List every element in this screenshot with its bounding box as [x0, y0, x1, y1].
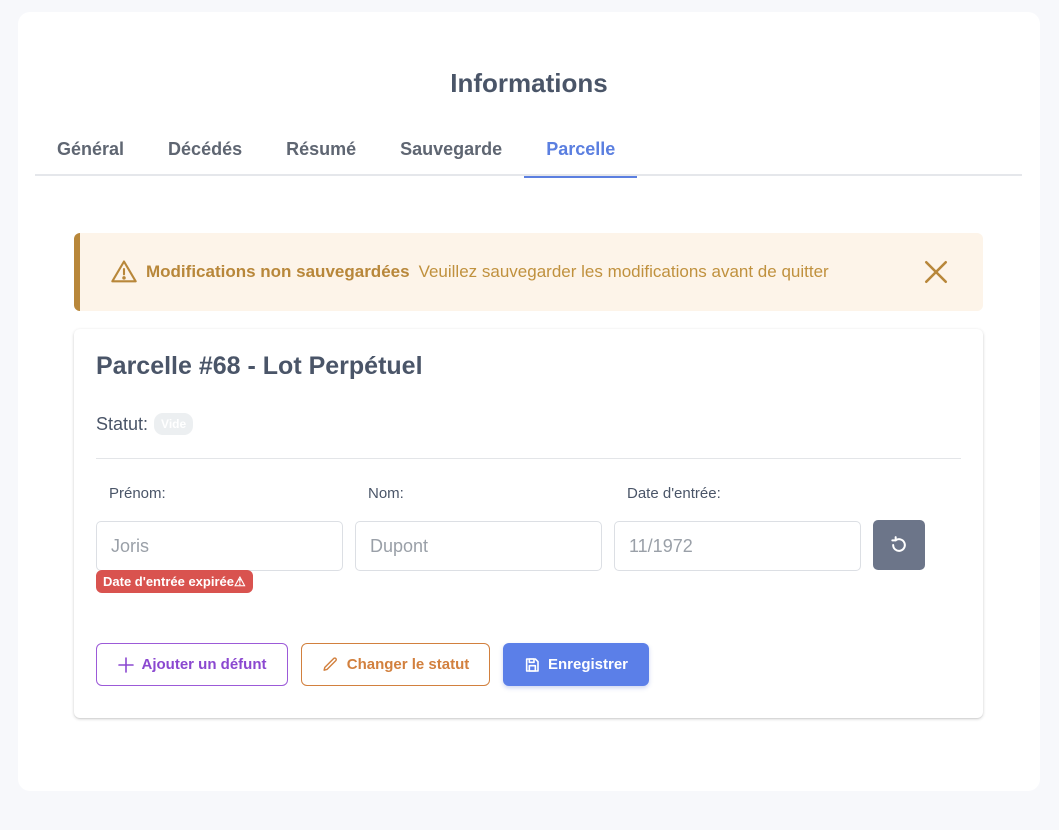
first-name-label: Prénom:: [109, 485, 166, 502]
first-name-input[interactable]: [96, 521, 343, 571]
save-label: Enregistrer: [547, 656, 629, 673]
last-name-field: Nom:: [355, 485, 602, 571]
last-name-label: Nom:: [368, 485, 404, 502]
reset-button[interactable]: [873, 520, 925, 570]
tab-deceased[interactable]: Décédés: [146, 122, 264, 176]
entry-date-field: Date d'entrée:: [614, 485, 861, 571]
add-deceased-button[interactable]: Ajouter un défunt: [96, 643, 288, 686]
entry-date-label: Date d'entrée:: [627, 485, 721, 502]
entry-date-input[interactable]: [614, 521, 861, 571]
save-button[interactable]: Enregistrer: [503, 643, 649, 686]
alert-title: Modifications non sauvegardées: [146, 262, 410, 281]
status-badge: Vide: [154, 413, 194, 435]
status-label: Statut:: [96, 413, 149, 434]
information-panel: Informations Général Décédés Résumé Sauv…: [18, 12, 1040, 791]
close-icon[interactable]: [923, 259, 949, 285]
add-deceased-label: Ajouter un défunt: [141, 656, 267, 673]
tab-summary[interactable]: Résumé: [264, 122, 378, 176]
pencil-icon: [322, 656, 347, 673]
parcel-title: Parcelle #68 - Lot Perpétuel: [96, 352, 423, 380]
tab-parcel[interactable]: Parcelle: [524, 122, 638, 178]
last-name-input[interactable]: [355, 521, 602, 571]
divider: [96, 458, 961, 459]
floppy-disk-icon: [524, 657, 548, 673]
tab-general[interactable]: Général: [35, 122, 146, 176]
plus-icon: [117, 656, 142, 673]
tab-bar: Général Décédés Résumé Sauvegarde Parcel…: [35, 122, 1022, 178]
change-status-button[interactable]: Changer le statut: [301, 643, 490, 686]
expired-date-badge: Date d'entrée expirée⚠: [96, 570, 253, 593]
page-title: Informations: [450, 68, 608, 98]
parcel-card: Parcelle #68 - Lot Perpétuel Statut: Vid…: [74, 329, 983, 718]
warning-triangle-icon: [110, 258, 138, 286]
alert-message: Veuillez sauvegarder les modifications a…: [418, 262, 829, 281]
reset-icon: [889, 535, 909, 555]
unsaved-changes-alert: Modifications non sauvegardées Veuillez …: [74, 233, 983, 311]
status-row: Statut: Vide: [96, 413, 194, 435]
tab-backup[interactable]: Sauvegarde: [378, 122, 524, 176]
change-status-label: Changer le statut: [346, 656, 470, 673]
first-name-field: Prénom:: [96, 485, 343, 571]
